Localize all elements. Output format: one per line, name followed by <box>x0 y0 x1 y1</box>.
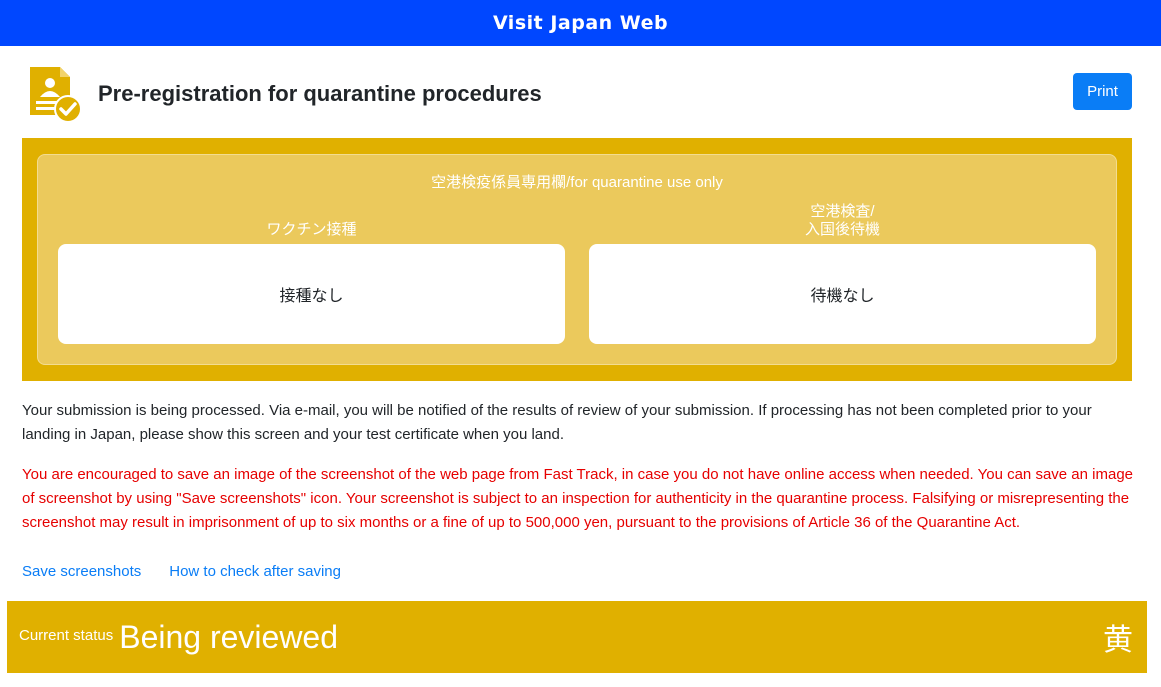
status-value: Being reviewed <box>119 618 339 655</box>
airport-test-label-line2: 入国後待機 <box>804 221 880 238</box>
quarantine-panel: 空港検疫係員専用欄/for quarantine use only ワクチン接種… <box>22 138 1132 381</box>
airport-test-label: 空港検査/ 入国後待機 <box>589 203 1096 239</box>
airport-test-value-box: 待機なし <box>589 244 1096 344</box>
screenshot-links: Save screenshots How to check after savi… <box>22 563 341 580</box>
airport-test-label-line1: 空港検査/ <box>810 203 875 220</box>
certificate-check-icon <box>26 65 82 123</box>
print-button[interactable]: Print <box>1073 73 1132 110</box>
status-label: Current status <box>19 626 114 644</box>
status-bar: Current status Being reviewed 黄 <box>7 601 1147 673</box>
how-to-check-link[interactable]: How to check after saving <box>169 563 341 580</box>
screenshot-warning: You are encouraged to save an image of t… <box>22 466 1134 531</box>
airport-test-value: 待機なし <box>810 288 875 305</box>
top-bar: Visit Japan Web <box>0 0 1161 46</box>
quarantine-inner-card: 空港検疫係員専用欄/for quarantine use only ワクチン接種… <box>37 154 1117 365</box>
processing-message: Your submission is being processed. Via … <box>22 402 1092 443</box>
quarantine-heading: 空港検疫係員専用欄/for quarantine use only <box>431 174 723 191</box>
status-color-label: 黄 <box>1103 624 1133 657</box>
save-screenshots-link[interactable]: Save screenshots <box>22 563 141 580</box>
vaccination-label: ワクチン接種 <box>266 221 357 238</box>
vaccination-value: 接種なし <box>279 288 344 305</box>
app-title: Visit Japan Web <box>492 12 669 34</box>
page-title: Pre-registration for quarantine procedur… <box>98 81 542 106</box>
vaccination-value-box: 接種なし <box>58 244 565 344</box>
page-header: Pre-registration for quarantine procedur… <box>26 64 1136 124</box>
